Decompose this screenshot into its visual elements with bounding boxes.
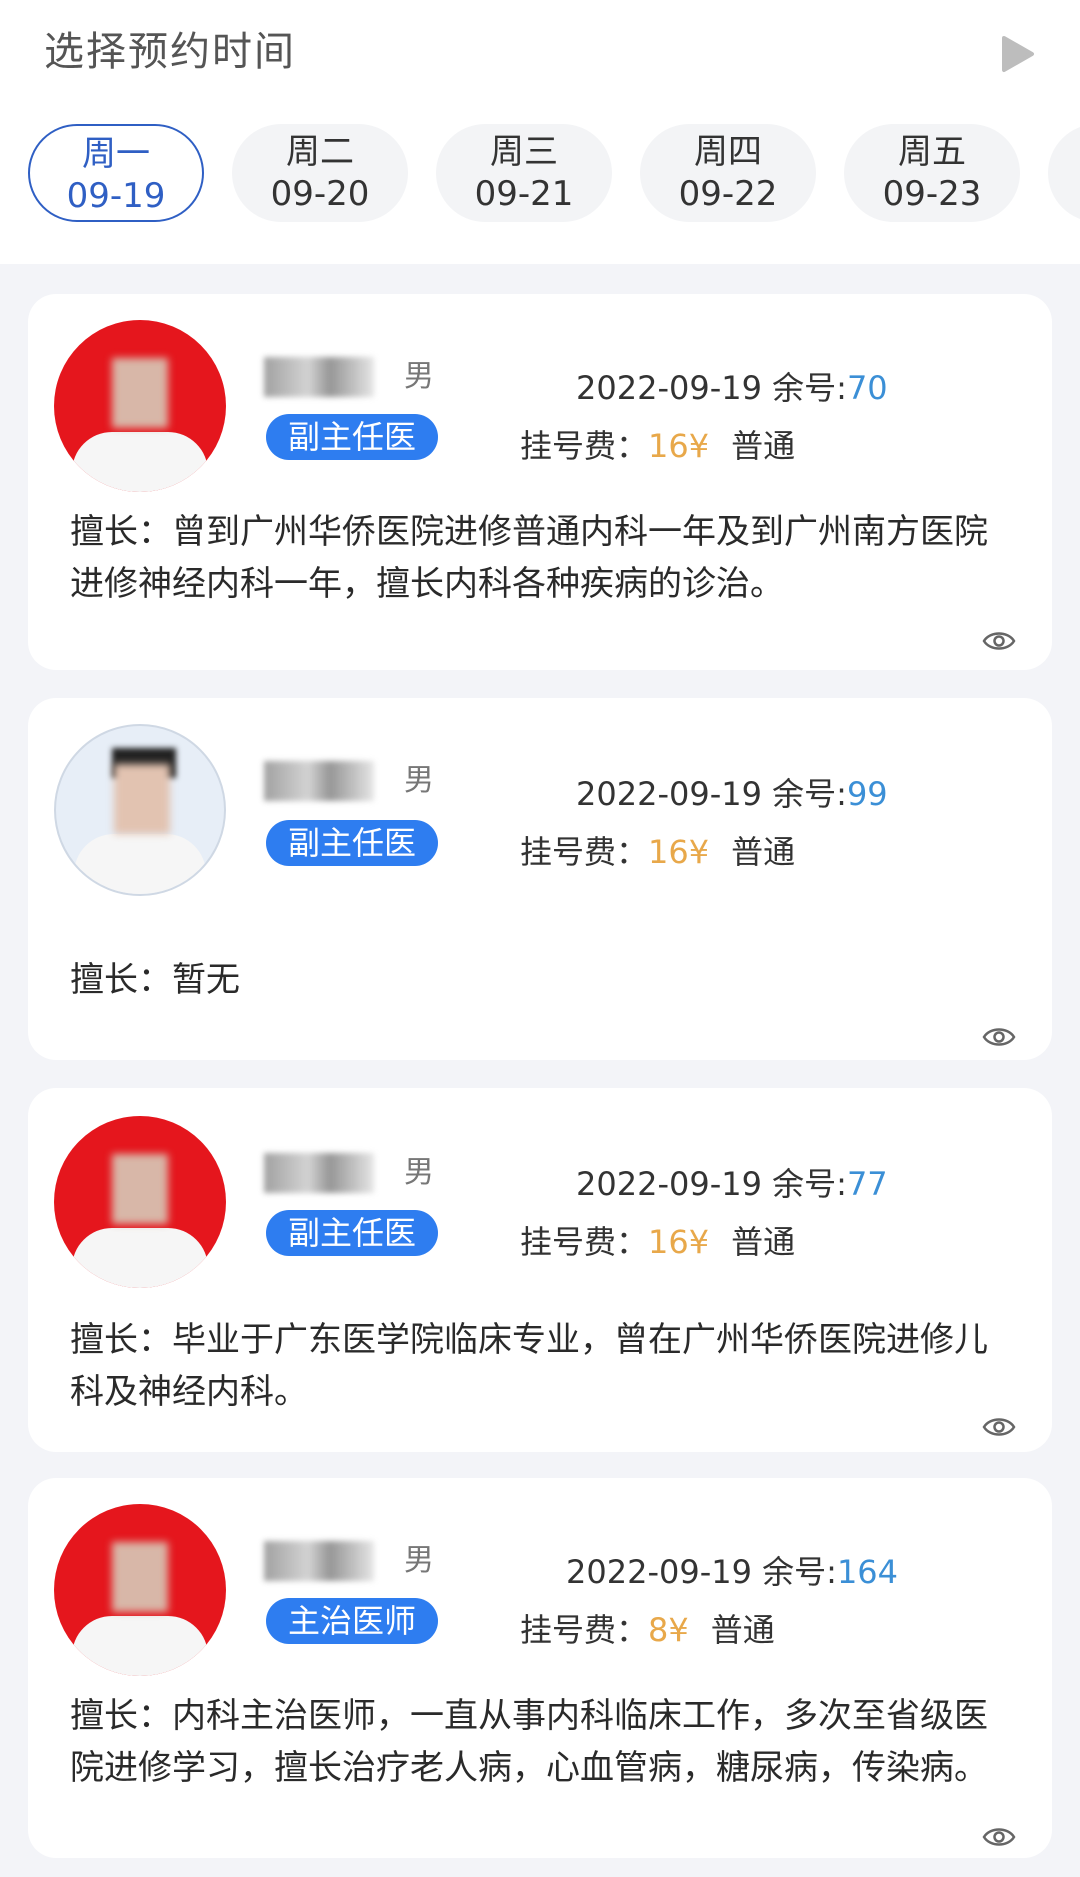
remaining-label: 余号: [772, 1165, 847, 1203]
doctor-gender: 男 [404, 1155, 434, 1190]
fee-info: 挂号费：8¥ 普通 [520, 1608, 775, 1652]
date-tab-weekday: 周一 [82, 134, 150, 174]
eye-icon[interactable] [982, 628, 1016, 654]
doctor-card[interactable]: 男 副主任医师 2022-09-19 余号:70 挂号费：16¥ 普通 擅长：曾到… [28, 294, 1052, 670]
doctor-avatar [54, 320, 226, 492]
doctor-title-badge: 主治医师 [266, 1598, 438, 1644]
schedule-info: 2022-09-19 余号:70 [576, 366, 888, 410]
schedule-date: 2022-09-19 [576, 1165, 762, 1203]
date-tab-weekday: 周二 [286, 132, 354, 172]
fee-value: 16¥ [648, 1223, 710, 1261]
date-tab-fri[interactable]: 周五 09-23 [844, 124, 1020, 222]
registration-type: 普通 [731, 427, 796, 465]
doctor-card[interactable]: 男 副主任医师 2022-09-19 余号:77 挂号费：16¥ 普通 擅长：毕业… [28, 1088, 1052, 1452]
fee-info: 挂号费：16¥ 普通 [520, 830, 795, 874]
fee-label: 挂号费： [520, 427, 649, 465]
date-tab-date: 09-21 [474, 174, 574, 214]
remaining-count: 164 [836, 1553, 899, 1591]
name-redacted [264, 1153, 374, 1193]
schedule-date: 2022-09-19 [576, 369, 762, 407]
registration-type: 普通 [731, 833, 796, 871]
eye-icon[interactable] [982, 1024, 1016, 1050]
page-title: 选择预约时间 [44, 29, 296, 75]
eye-icon[interactable] [982, 1824, 1016, 1850]
date-tab-mon[interactable]: 周一 09-19 [28, 124, 204, 222]
doctor-gender: 男 [404, 763, 434, 798]
fee-info: 挂号费：16¥ 普通 [520, 424, 795, 468]
eye-icon[interactable] [982, 1414, 1016, 1440]
registration-type: 普通 [710, 1611, 775, 1649]
fee-label: 挂号费： [520, 1611, 649, 1649]
doctor-gender: 男 [404, 1543, 434, 1578]
doctor-avatar [54, 1504, 226, 1676]
date-tab-next[interactable] [1048, 124, 1080, 222]
doctor-card[interactable]: 男 主治医师 2022-09-19 余号:164 挂号费：8¥ 普通 擅长：内科主… [28, 1478, 1052, 1858]
play-icon[interactable] [996, 34, 1036, 74]
fee-value: 16¥ [648, 833, 710, 871]
remaining-count: 77 [846, 1165, 888, 1203]
doctor-card[interactable]: 男 副主任医师 2022-09-19 余号:99 挂号费：16¥ 普通 擅长：暂无 [28, 698, 1052, 1060]
date-tab-tue[interactable]: 周二 09-20 [232, 124, 408, 222]
doctor-title-badge: 副主任医师 [266, 820, 438, 908]
date-tab-date: 09-22 [678, 174, 778, 214]
remaining-label: 余号: [762, 1553, 837, 1591]
date-tab-weekday: 周五 [898, 132, 966, 172]
doctor-avatar [54, 724, 226, 896]
registration-type: 普通 [731, 1223, 796, 1261]
fee-value: 8¥ [648, 1611, 689, 1649]
doctor-name: 男 [264, 1150, 434, 1195]
fee-label: 挂号费： [520, 1223, 649, 1261]
date-tab-date: 09-23 [882, 174, 982, 214]
doctor-name: 男 [264, 758, 434, 803]
schedule-info: 2022-09-19 余号:77 [576, 1162, 888, 1206]
top-bar: 选择预约时间 周一 09-19 周二 09-20 周三 09-21 周四 09-… [0, 0, 1080, 264]
name-redacted [264, 357, 374, 397]
remaining-count: 99 [846, 775, 888, 813]
remaining-label: 余号: [772, 369, 847, 407]
doctor-gender: 男 [404, 359, 434, 394]
doctor-name: 男 [264, 354, 434, 399]
doctor-specialty: 擅长：内科主治医师，一直从事内科临床工作，多次至省级医院进修学习，擅长治疗老人病… [70, 1696, 988, 1788]
name-redacted [264, 761, 374, 801]
date-tab-wed[interactable]: 周三 09-21 [436, 124, 612, 222]
doctor-name: 男 [264, 1538, 434, 1583]
fee-label: 挂号费： [520, 833, 649, 871]
doctor-specialty: 擅长：曾到广州华侨医院进修普通内科一年及到广州南方医院进修神经内科一年，擅长内科… [70, 512, 988, 604]
date-tab-date: 09-19 [66, 176, 166, 216]
date-tab-weekday: 周三 [490, 132, 558, 172]
name-redacted [264, 1541, 374, 1581]
doctor-avatar [54, 1116, 226, 1288]
date-tab-weekday: 周四 [694, 132, 762, 172]
doctor-specialty: 擅长：暂无 [70, 960, 240, 1000]
schedule-date: 2022-09-19 [576, 775, 762, 813]
fee-value: 16¥ [648, 427, 710, 465]
remaining-count: 70 [846, 369, 888, 407]
fee-info: 挂号费：16¥ 普通 [520, 1220, 795, 1264]
schedule-info: 2022-09-19 余号:99 [576, 772, 888, 816]
doctor-title-badge: 副主任医师 [266, 414, 438, 502]
date-tab-thu[interactable]: 周四 09-22 [640, 124, 816, 222]
schedule-info: 2022-09-19 余号:164 [566, 1550, 898, 1594]
date-tab-date: 09-20 [270, 174, 370, 214]
remaining-label: 余号: [772, 775, 847, 813]
date-selector: 周一 09-19 周二 09-20 周三 09-21 周四 09-22 周五 0… [28, 124, 1080, 224]
schedule-date: 2022-09-19 [566, 1553, 752, 1591]
doctor-specialty: 擅长：毕业于广东医学院临床专业，曾在广州华侨医院进修儿科及神经内科。 [70, 1320, 988, 1412]
doctor-title-badge: 副主任医师 [266, 1210, 438, 1298]
